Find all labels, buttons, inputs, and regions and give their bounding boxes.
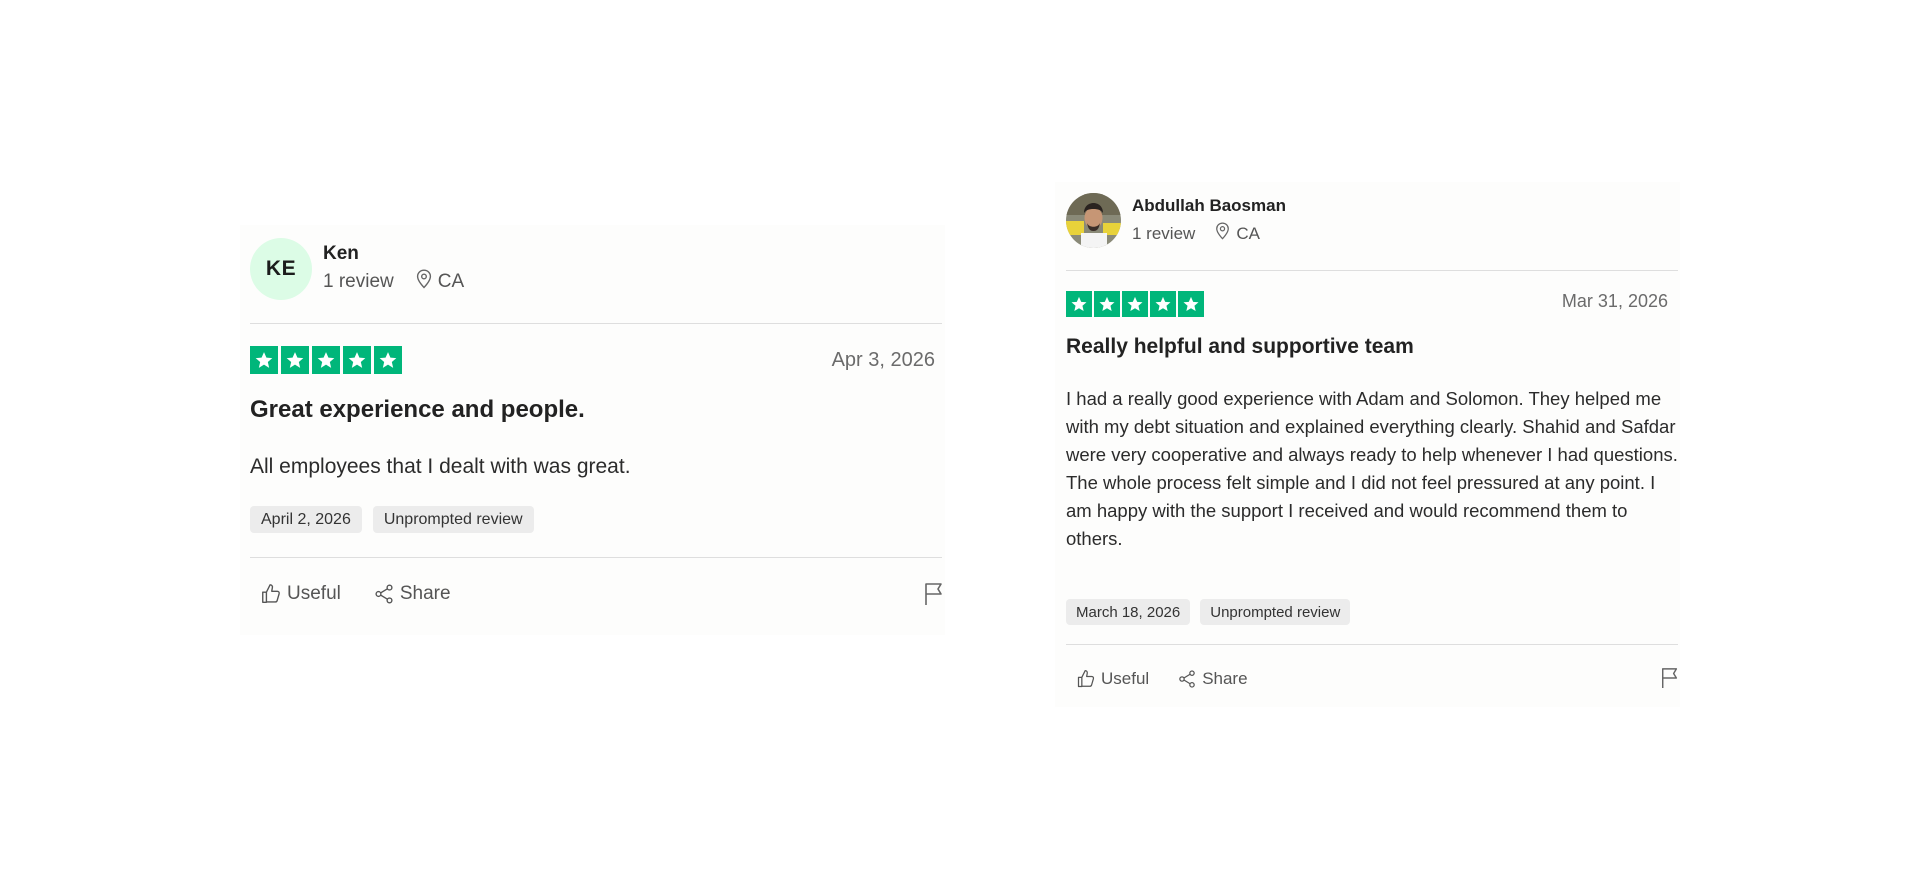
review-paragraph: I had a really good experience with Adam… (1066, 388, 1678, 465)
reviewer-name[interactable]: Abdullah Baosman (1132, 196, 1286, 216)
useful-button[interactable]: Useful (260, 583, 341, 605)
avatar[interactable]: KE (250, 238, 312, 300)
review-title[interactable]: Great experience and people. (250, 396, 585, 424)
reviewer-name[interactable]: Ken (323, 243, 464, 265)
review-date: Apr 3, 2026 (831, 349, 935, 371)
useful-button[interactable]: Useful (1076, 669, 1149, 689)
review-card: Abdullah Baosman 1 review CA Mar 31, 202… (1055, 182, 1680, 707)
review-date: Mar 31, 2026 (1561, 291, 1668, 311)
star-icon (312, 346, 340, 374)
star-rating (1066, 291, 1204, 317)
review-count: 1 review (1132, 223, 1196, 243)
star-icon (343, 346, 371, 374)
review-card: KE Ken 1 review CA Apr 3, 2026 Great exp… (240, 225, 945, 635)
location-pin-icon (416, 269, 432, 295)
reviewer-header: KE Ken 1 review CA (250, 238, 464, 300)
star-icon (1150, 291, 1176, 317)
flag-icon[interactable] (1660, 667, 1680, 694)
share-icon (1179, 670, 1195, 688)
experience-date-tag: April 2, 2026 (250, 506, 362, 533)
useful-label: Useful (1101, 669, 1150, 688)
star-icon (250, 346, 278, 374)
review-actions: Useful Share (260, 583, 451, 605)
review-title[interactable]: Really helpful and supportive team (1066, 335, 1414, 359)
divider (1066, 644, 1678, 645)
review-actions: Useful Share (1076, 669, 1248, 689)
reviewer-info: Abdullah Baosman 1 review CA (1132, 196, 1286, 245)
useful-label: Useful (287, 583, 341, 604)
reviewer-info: Ken 1 review CA (323, 243, 464, 295)
star-icon (1122, 291, 1148, 317)
review-tags: April 2, 2026 Unprompted review (250, 506, 534, 533)
star-icon (374, 346, 402, 374)
experience-date-tag: March 18, 2026 (1066, 599, 1191, 625)
share-label: Share (1202, 669, 1248, 688)
divider (250, 323, 942, 324)
star-icon (1094, 291, 1120, 317)
star-icon (1066, 291, 1092, 317)
reviewer-country: CA (1236, 223, 1260, 243)
unprompted-review-tag[interactable]: Unprompted review (372, 506, 534, 533)
review-count: 1 review (323, 271, 394, 292)
flag-icon[interactable] (923, 582, 945, 611)
review-body: All employees that I dealt with was grea… (250, 455, 631, 478)
share-button[interactable]: Share (373, 583, 451, 605)
unprompted-review-tag[interactable]: Unprompted review (1200, 599, 1351, 625)
reviewer-country: CA (437, 271, 465, 292)
share-icon (375, 584, 393, 604)
review-tags: March 18, 2026 Unprompted review (1066, 599, 1351, 625)
star-icon (1178, 291, 1204, 317)
reviewer-header: Abdullah Baosman 1 review CA (1066, 193, 1286, 248)
reviewer-meta: 1 review CA (323, 269, 464, 295)
star-rating (250, 346, 402, 374)
review-paragraph: The whole process felt simple and I did … (1066, 472, 1656, 549)
share-button[interactable]: Share (1177, 669, 1248, 689)
star-icon (281, 346, 309, 374)
location-pin-icon (1215, 222, 1230, 245)
review-body: I had a really good experience with Adam… (1066, 385, 1678, 553)
reviewer-meta: 1 review CA (1132, 222, 1286, 245)
divider (1066, 270, 1678, 271)
thumbs-up-icon (262, 584, 280, 603)
avatar[interactable] (1066, 193, 1121, 248)
thumbs-up-icon (1077, 670, 1095, 688)
divider (250, 557, 942, 558)
share-label: Share (399, 583, 451, 604)
